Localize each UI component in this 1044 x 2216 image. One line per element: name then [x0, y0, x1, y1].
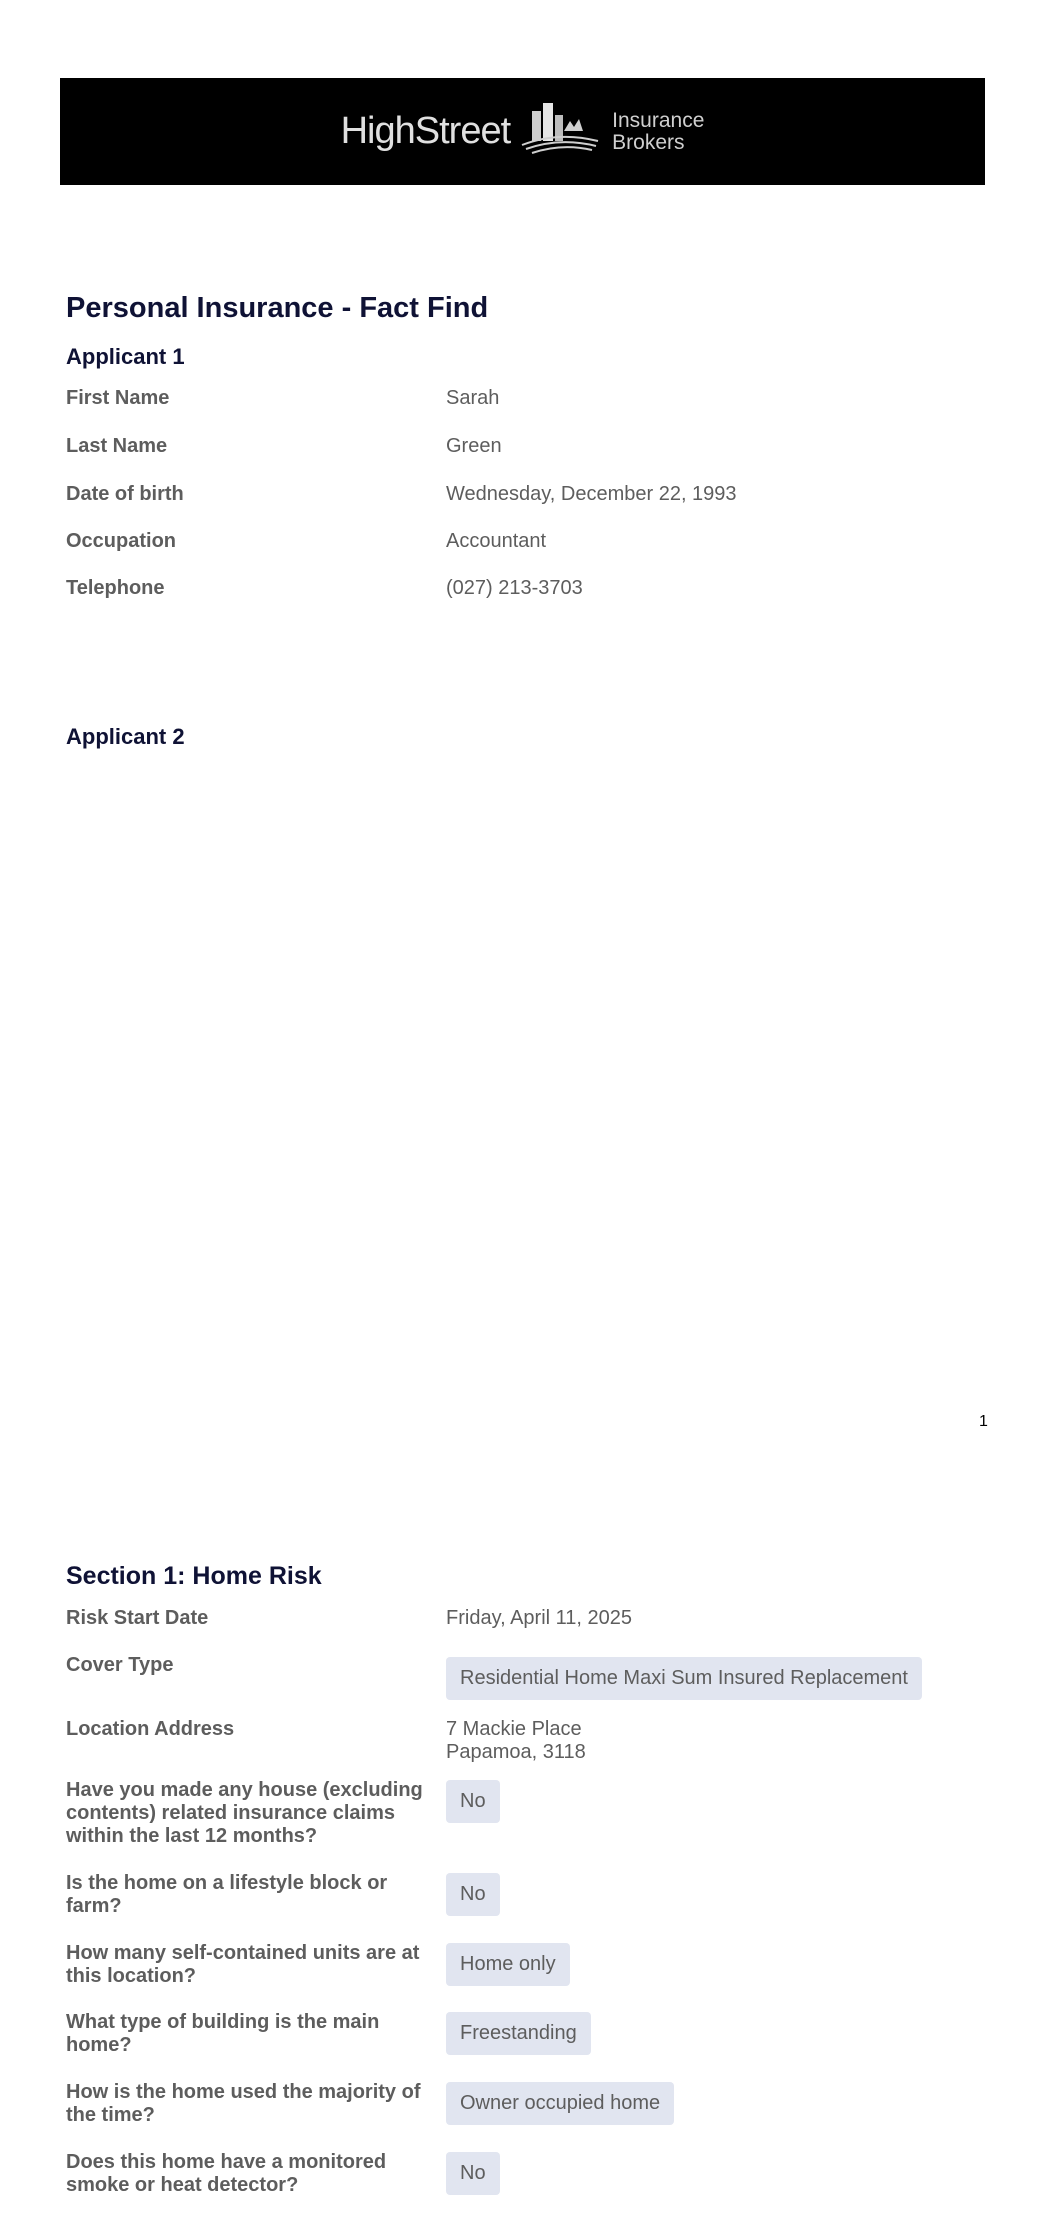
occupation-label: Occupation — [66, 530, 177, 552]
applicant1-heading: Applicant 1 — [66, 344, 185, 369]
occupation-value: Accountant — [446, 530, 547, 552]
dob-label: Date of birth — [66, 483, 184, 505]
cover-type-label: Cover Type — [66, 1654, 174, 1676]
lifestyle-question-label: Is the home on a lifestyle block or farm… — [66, 1872, 426, 1918]
claims-question-label: Have you made any house (excluding conte… — [66, 1779, 426, 1848]
last-name-value: Green — [446, 435, 502, 457]
usage-label-line2: the time? — [66, 2104, 155, 2126]
smoke-label-line2: smoke or heat detector? — [66, 2174, 299, 2196]
usage-question-label: How is the home used the majority of the… — [66, 2081, 426, 2127]
risk-start-value: Friday, April 11, 2025 — [446, 1607, 633, 1629]
telephone-value: (027) 213-3703 — [446, 577, 583, 599]
logo-sub-line2: Brokers — [612, 130, 685, 154]
first-name-value: Sarah — [446, 387, 500, 409]
units-question-label: How many self-contained units are at thi… — [66, 1942, 426, 1988]
claims-label-line3: within the last 12 months? — [66, 1825, 318, 1847]
address-line1: 7 Mackie Place — [446, 1718, 582, 1740]
lifestyle-answer: No — [446, 1873, 500, 1916]
location-address-label: Location Address — [66, 1718, 235, 1740]
logo-sub-line1: Insurance — [612, 108, 705, 132]
lifestyle-label-line1: Is the home on a lifestyle block or — [66, 1872, 388, 1894]
claims-answer: No — [446, 1780, 500, 1823]
building-label-line1: What type of building is the main — [66, 2011, 380, 2033]
usage-label-line1: How is the home used the majority of — [66, 2081, 421, 2103]
applicant2-heading: Applicant 2 — [66, 724, 185, 749]
building-logo-icon — [518, 101, 604, 162]
dob-value: Wednesday, December 22, 1993 — [446, 483, 737, 505]
telephone-label: Telephone — [66, 577, 165, 599]
page-title: Personal Insurance - Fact Find — [66, 292, 489, 324]
last-name-label: Last Name — [66, 435, 168, 457]
address-line2: Papamoa, 3118 — [446, 1741, 586, 1763]
highstreet-logo: HighStreet Insurance Brokers — [340, 101, 705, 162]
first-name-label: First Name — [66, 387, 170, 409]
building-label-line2: home? — [66, 2034, 132, 2056]
header-banner: HighStreet Insurance Brokers — [60, 78, 985, 185]
usage-answer: Owner occupied home — [446, 2082, 675, 2125]
logo-wordmark: HighStreet — [340, 110, 512, 152]
smoke-question-label: Does this home have a monitored smoke or… — [66, 2151, 426, 2197]
units-label-line2: this location? — [66, 1965, 196, 1987]
lifestyle-label-line2: farm? — [66, 1895, 122, 1917]
logo-subtitle: Insurance Brokers — [612, 108, 705, 154]
risk-start-label: Risk Start Date — [66, 1607, 209, 1629]
building-answer: Freestanding — [446, 2012, 591, 2055]
section1-heading: Section 1: Home Risk — [66, 1562, 322, 1590]
location-address-value: 7 Mackie Place Papamoa, 3118 — [446, 1718, 586, 1764]
page-number: 1 — [979, 1413, 988, 1430]
smoke-answer: No — [446, 2152, 500, 2195]
units-label-line1: How many self-contained units are at — [66, 1942, 420, 1964]
claims-label-line2: contents) related insurance claims — [66, 1802, 396, 1824]
cover-type-value: Residential Home Maxi Sum Insured Replac… — [446, 1657, 922, 1700]
smoke-label-line1: Does this home have a monitored — [66, 2151, 387, 2173]
claims-label-line1: Have you made any house (excluding — [66, 1779, 423, 1801]
building-question-label: What type of building is the main home? — [66, 2011, 426, 2057]
units-answer: Home only — [446, 1943, 570, 1986]
